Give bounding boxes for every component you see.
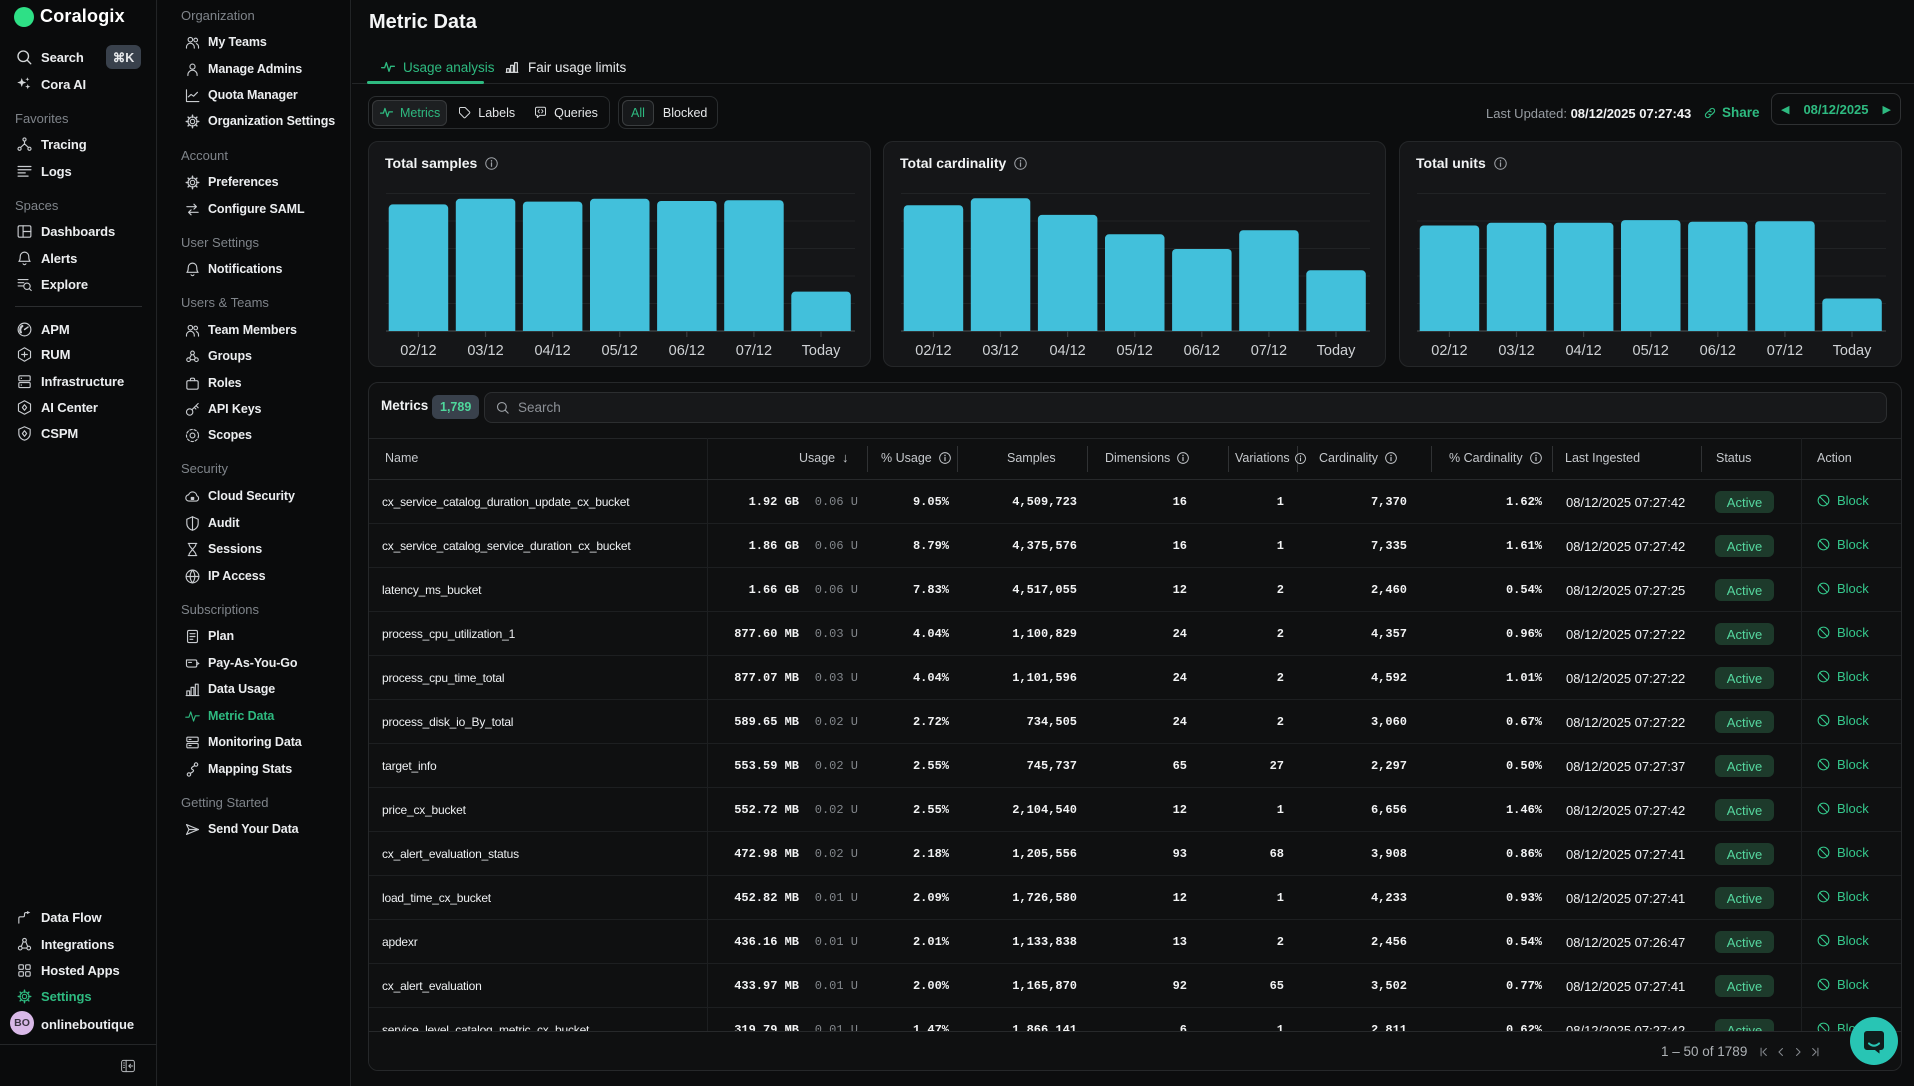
- svg-text:06/12: 06/12: [1184, 343, 1220, 359]
- svg-text:03/12: 03/12: [982, 343, 1018, 359]
- svg-text:06/12: 06/12: [669, 343, 705, 359]
- svg-text:07/12: 07/12: [1767, 343, 1803, 359]
- svg-text:Today: Today: [1317, 343, 1356, 359]
- svg-text:06/12: 06/12: [1700, 343, 1736, 359]
- svg-text:Today: Today: [802, 343, 841, 359]
- svg-text:04/12: 04/12: [1565, 343, 1601, 359]
- svg-text:03/12: 03/12: [1498, 343, 1534, 359]
- svg-text:02/12: 02/12: [915, 343, 951, 359]
- svg-text:07/12: 07/12: [736, 343, 772, 359]
- svg-text:04/12: 04/12: [1049, 343, 1085, 359]
- svg-text:04/12: 04/12: [534, 343, 570, 359]
- svg-text:05/12: 05/12: [1117, 343, 1153, 359]
- svg-text:05/12: 05/12: [1633, 343, 1669, 359]
- svg-text:05/12: 05/12: [602, 343, 638, 359]
- svg-text:02/12: 02/12: [1431, 343, 1467, 359]
- svg-text:03/12: 03/12: [467, 343, 503, 359]
- svg-text:02/12: 02/12: [400, 343, 436, 359]
- svg-text:Today: Today: [1833, 343, 1872, 359]
- svg-text:07/12: 07/12: [1251, 343, 1287, 359]
